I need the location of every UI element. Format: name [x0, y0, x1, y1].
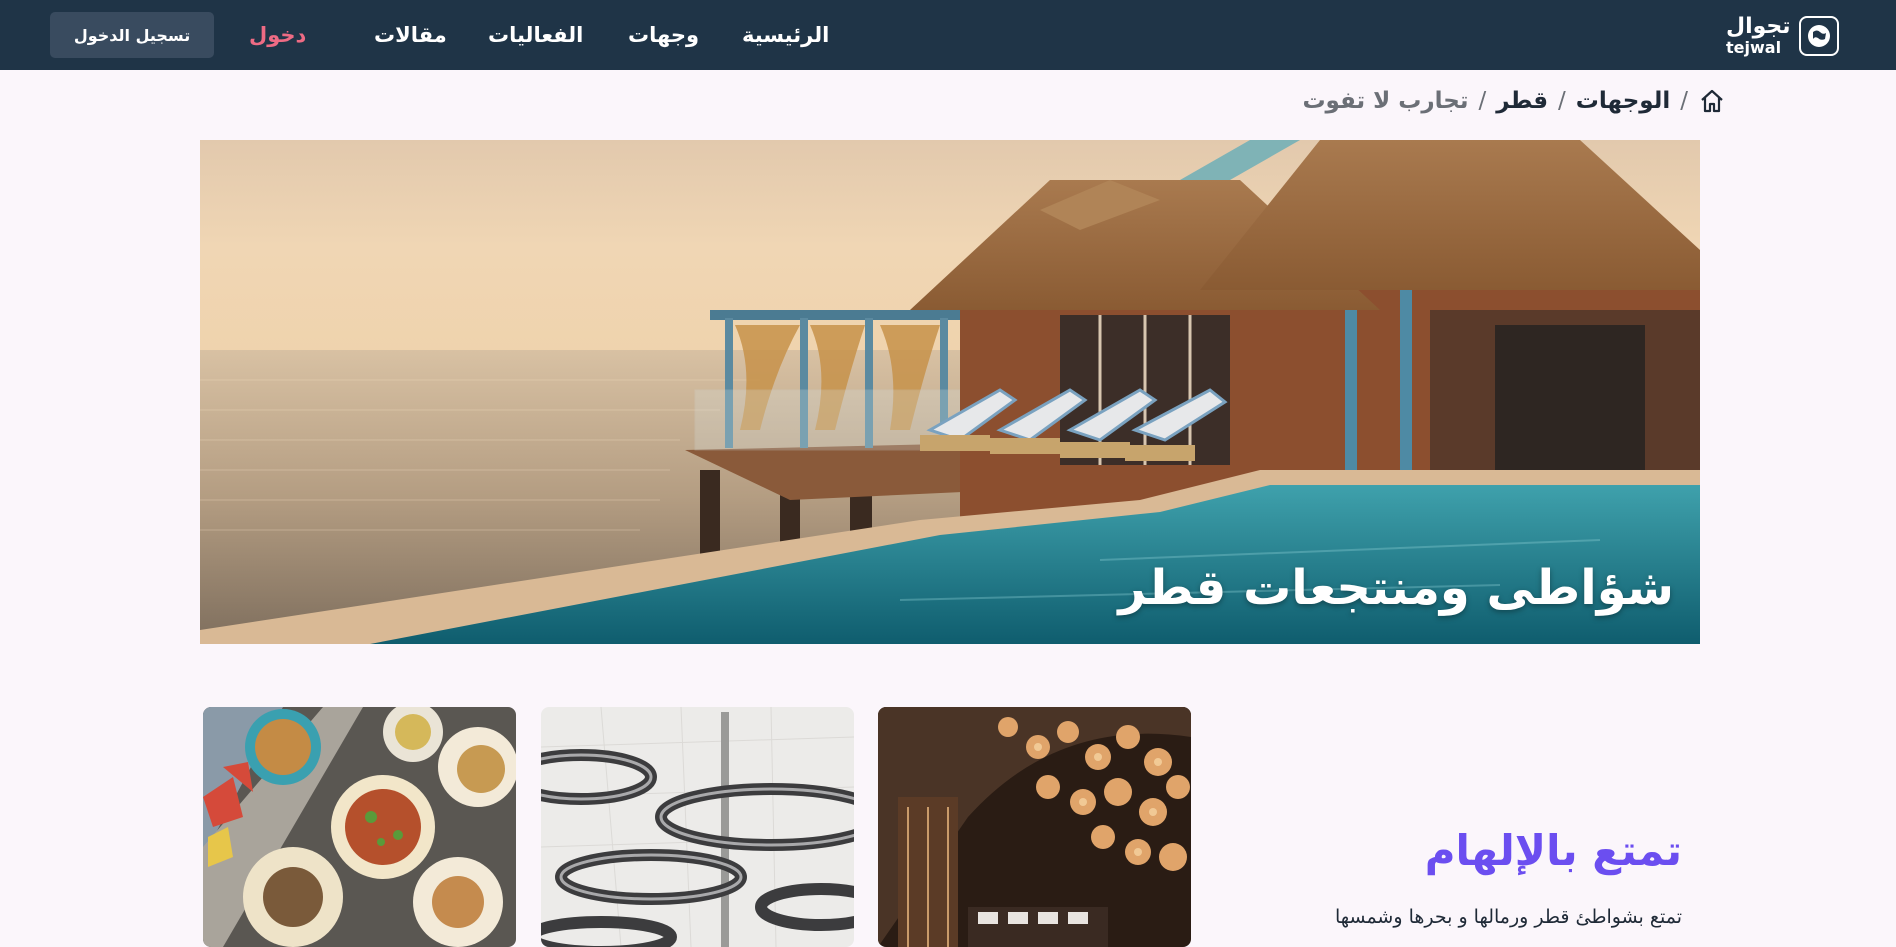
- globe-icon: [1798, 16, 1839, 56]
- inspiration-description: تمتع بشواطئ قطر ورمالها و بحرها وشمسها: [1334, 906, 1682, 928]
- breadcrumb: / الوجهات / قطر / تجارب لا تفوت: [1302, 84, 1726, 118]
- gallery-card-food[interactable]: [203, 707, 516, 947]
- hero-banner: شؤاطى ومنتجعات قطر: [200, 140, 1700, 644]
- nav-link-home[interactable]: الرئيسية: [742, 22, 829, 48]
- logo-english: tejwal: [1726, 38, 1782, 57]
- gallery-card-restaurant[interactable]: [878, 707, 1191, 947]
- inspiration-title: تمتع بالإلهام: [1424, 826, 1682, 875]
- login-link[interactable]: دخول: [249, 22, 306, 48]
- nav-link-events[interactable]: الفعاليات: [488, 22, 583, 48]
- hero-title: شؤاطى ومنتجعات قطر: [1118, 560, 1674, 616]
- breadcrumb-qatar[interactable]: قطر: [1496, 88, 1548, 114]
- gallery-card-sculpture[interactable]: [541, 707, 854, 947]
- home-icon[interactable]: [1698, 87, 1726, 115]
- breadcrumb-current: تجارب لا تفوت: [1302, 88, 1469, 114]
- logo-arabic: تجوال: [1726, 14, 1792, 39]
- breadcrumb-destinations[interactable]: الوجهات: [1576, 88, 1670, 114]
- site-logo[interactable]: تجوال tejwal: [1726, 14, 1846, 58]
- sculpture-image: [541, 707, 854, 947]
- nav-link-destinations[interactable]: وجهات: [628, 22, 699, 48]
- food-image: [203, 707, 516, 947]
- register-button[interactable]: تسجيل الدخول: [50, 12, 214, 58]
- nav-link-articles[interactable]: مقالات: [374, 22, 447, 48]
- breadcrumb-separator: /: [1558, 88, 1566, 114]
- breadcrumb-separator: /: [1680, 88, 1688, 114]
- top-navbar: تجوال tejwal الرئيسية وجهات الفعاليات مق…: [0, 0, 1896, 70]
- breadcrumb-separator: /: [1478, 88, 1487, 114]
- restaurant-image: [878, 707, 1191, 947]
